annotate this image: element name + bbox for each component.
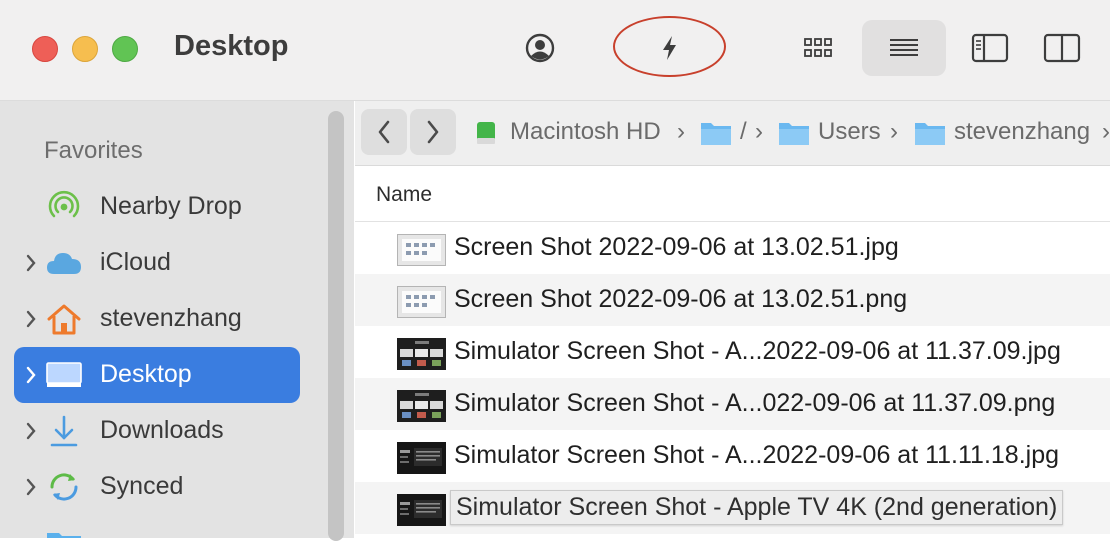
folder-icon [779, 123, 809, 145]
file-name: Simulator Screen Shot - A...2022-09-06 a… [454, 337, 1061, 365]
close-window-button[interactable] [32, 36, 58, 62]
sidebar-item-label: stevenzhang [100, 304, 242, 332]
folder-icon [915, 123, 945, 145]
folder-icon [701, 123, 731, 145]
file-browser: Macintosh HD › / › Users › stevenzhang ›… [355, 101, 1110, 538]
file-row[interactable]: Simulator Screen Shot - A...2022-09-06 a… [355, 326, 1110, 378]
image-thumbnail-icon [397, 442, 446, 474]
breadcrumb-separator: › [677, 118, 685, 145]
sidebar-item-label: Nearby Drop [100, 192, 242, 220]
file-name: Screen Shot 2022-09-06 at 13.02.51.png [454, 285, 908, 313]
column-header-name[interactable]: Name [376, 183, 432, 207]
image-thumbnail-icon [397, 494, 446, 526]
forward-button[interactable] [410, 109, 456, 155]
airdrop-icon [44, 189, 84, 225]
file-name-tooltip: Simulator Screen Shot - Apple TV 4K (2nd… [450, 490, 1064, 525]
minimize-window-button[interactable] [72, 36, 98, 62]
sidebar-item-downloads[interactable]: Downloads [14, 403, 300, 459]
breadcrumb-users[interactable]: Users [818, 118, 881, 146]
sidebar-item-home[interactable]: stevenzhang [14, 291, 300, 347]
desktop-icon [44, 357, 84, 393]
icon-view-button[interactable] [794, 24, 842, 72]
breadcrumb-separator: › [755, 118, 763, 145]
image-thumbnail-icon [397, 338, 446, 370]
image-thumbnail-icon [397, 286, 446, 318]
cloud-icon [44, 245, 84, 281]
column-header: Name [355, 166, 1110, 222]
breadcrumb-separator: › [1102, 118, 1110, 145]
breadcrumb-separator: › [890, 118, 898, 145]
grid-icon [804, 38, 832, 57]
file-name: Simulator Screen Shot - A...2022-09-06 a… [454, 441, 1060, 469]
sidebar-item-label: iCloud [100, 248, 171, 276]
sidebar-item-label: Downloads [100, 416, 224, 444]
file-row[interactable]: Simulator Screen Shot - A...2022-09-06 a… [355, 430, 1110, 482]
sidebar-item-desktop[interactable]: Desktop [14, 347, 300, 403]
breadcrumb-stevenzhang[interactable]: stevenzhang [954, 118, 1090, 146]
chevron-right-icon[interactable] [24, 309, 38, 329]
image-thumbnail-icon [397, 390, 446, 422]
folder-icon [44, 525, 84, 538]
home-icon [44, 301, 84, 337]
toolbar: Desktop [0, 0, 1110, 101]
back-button[interactable] [361, 109, 407, 155]
account-button[interactable] [516, 24, 564, 72]
list-view-button[interactable] [862, 20, 946, 76]
split-view-icon [1043, 33, 1081, 63]
zoom-window-button[interactable] [112, 36, 138, 62]
sidebar-item-icloud[interactable]: iCloud [14, 235, 300, 291]
chevron-right-icon[interactable] [24, 365, 38, 385]
chevron-right-icon [427, 120, 439, 144]
file-row[interactable]: Simulator Screen Shot - A...022-09-06 at… [355, 378, 1110, 430]
sidebar-header-favorites: Favorites [44, 137, 143, 164]
person-circle-icon [525, 33, 555, 63]
toggle-sidebar-button[interactable] [966, 24, 1014, 72]
chevron-right-icon[interactable] [24, 421, 38, 441]
annotation-circle [613, 16, 726, 77]
hard-drive-icon [477, 122, 495, 144]
path-bar: Macintosh HD › / › Users › stevenzhang › [355, 101, 1110, 166]
list-icon [890, 39, 918, 56]
breadcrumb-root[interactable]: / [740, 118, 747, 146]
sidebar-item-nearby-drop[interactable]: Nearby Drop [14, 179, 300, 235]
chevron-right-icon[interactable] [24, 477, 38, 497]
sidebar-item-label: Desktop [100, 360, 192, 388]
window-title: Desktop [174, 30, 289, 62]
file-row[interactable]: Screen Shot 2022-09-06 at 13.02.51.png [355, 274, 1110, 326]
image-thumbnail-icon [397, 234, 446, 266]
sidebar-item-partial[interactable] [14, 517, 300, 538]
chevron-right-icon[interactable] [24, 253, 38, 273]
sidebar-icon [971, 33, 1009, 63]
sidebar-scrollbar[interactable] [328, 111, 344, 541]
sidebar-item-synced[interactable]: Synced [14, 459, 300, 515]
download-icon [44, 413, 84, 449]
file-row[interactable]: Screen Shot 2022-09-06 at 13.02.51.jpg [355, 222, 1110, 274]
sync-icon [44, 469, 84, 505]
sidebar-item-label: Synced [100, 472, 184, 500]
file-row[interactable]: Simulator Screen Shot - Apple TV 4K (2nd… [355, 482, 1110, 534]
breadcrumb-macintosh-hd[interactable]: Macintosh HD [510, 118, 661, 146]
sidebar: Favorites Nearby Drop iCloud stevenzhang… [0, 101, 354, 541]
preview-pane-button[interactable] [1038, 24, 1086, 72]
file-name: Screen Shot 2022-09-06 at 13.02.51.jpg [454, 233, 899, 261]
chevron-left-icon [378, 120, 390, 144]
file-name: Simulator Screen Shot - A...022-09-06 at… [454, 389, 1056, 417]
